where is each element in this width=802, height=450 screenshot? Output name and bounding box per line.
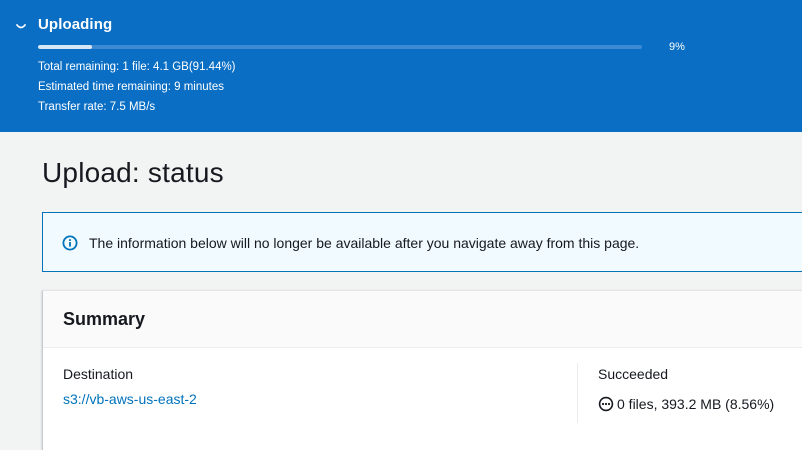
summary-title: Summary xyxy=(63,309,146,329)
destination-label: Destination xyxy=(63,366,134,382)
succeeded-value: 0 files, 393.2 MB (8.56%) xyxy=(617,396,775,412)
info-alert-text: The information below will no longer be … xyxy=(89,235,640,251)
page-title: Upload: status xyxy=(42,157,224,188)
succeeded-status: 0 files, 393.2 MB (8.56%) xyxy=(598,396,774,412)
in-progress-icon xyxy=(598,396,614,412)
chevron-down-icon[interactable] xyxy=(13,18,29,34)
banner-title: Uploading xyxy=(38,16,113,33)
transfer-rate-text: Transfer rate: 7.5 MB/s xyxy=(38,101,156,113)
info-icon xyxy=(62,235,78,251)
succeeded-label: Succeeded xyxy=(598,366,669,382)
estimated-time-text: Estimated time remaining: 9 minutes xyxy=(38,81,224,93)
column-divider xyxy=(577,363,578,423)
summary-container: Summary Destination s3://vb-aws-us-east-… xyxy=(42,290,802,450)
destination-link[interactable]: s3://vb-aws-us-east-2 xyxy=(63,391,197,407)
summary-header: Summary xyxy=(43,291,802,348)
total-remaining-text: Total remaining: 1 file: 4.1 GB(91.44%) xyxy=(38,61,236,73)
upload-progress-banner: Uploading 9% Total remaining: 1 file: 4.… xyxy=(0,0,802,132)
upload-progress-fill xyxy=(38,45,93,49)
info-alert: The information below will no longer be … xyxy=(42,212,802,272)
upload-progress-percent: 9% xyxy=(669,41,685,53)
upload-progress-bar xyxy=(38,45,642,49)
